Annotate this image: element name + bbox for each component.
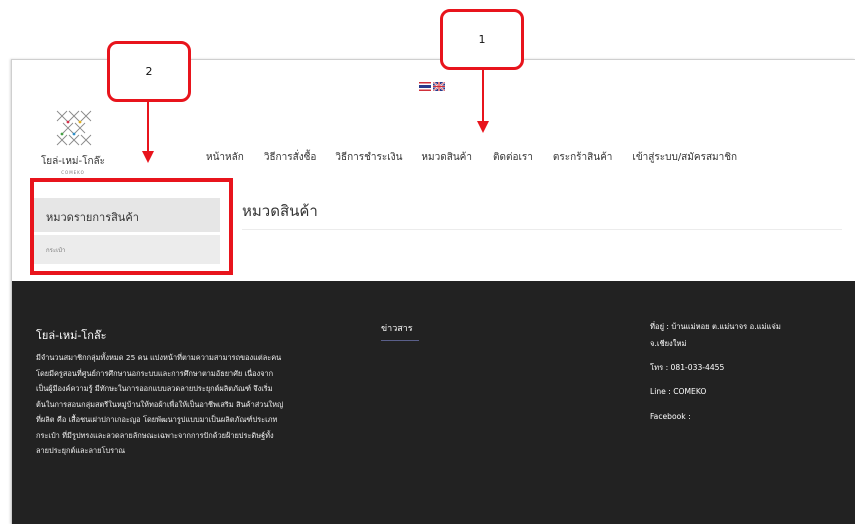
footer-description-line: ลายประยุกต์และลายโบราณ [36,446,126,455]
callout-1: 1 [440,9,524,70]
footer-description-line: กระเป๋า ที่มีรูปทรงและลวดลายลักษณะเฉพาะจ… [36,430,274,440]
footer-phone: โทร : 081-033-4455 [650,363,725,372]
footer-description-line: มีจำนวนสมาชิกกลุ่มทั้งหมด 25 คน แบ่งหน้า… [36,353,282,362]
nav-how-to-order[interactable]: วิธีการสั่งซื้อ [264,150,317,165]
footer-description-line: ต้นในการสอนกลุ่มสตรีในหมู่บ้านให้ทอผ้าเพ… [36,399,284,409]
footer-description-line: ที่ผลิต คือ เสื้อชนเผ่าปกาเกอะญอ โดยพัฒน… [36,415,278,424]
footer-news-underline [381,340,419,341]
footer-address-line1: ที่อยู่ : บ้านแม่หอย ต.แม่นาจร อ.แม่แจ่ม [650,322,781,331]
footer-brand: โยล่-เหม่-โกล๊ะ [36,329,107,342]
main-nav: หน้าหลัก วิธีการสั่งซื้อ วิธีการชำระเงิน… [206,150,737,165]
footer-description-line: เป็นผู้มีองค์ความรู้ มีทักษะในการออกแบบล… [36,384,273,393]
page-title: หมวดสินค้า [242,202,318,220]
footer-news-title[interactable]: ข่าวสาร [381,321,413,335]
logo-mark-icon [56,110,92,146]
nav-home[interactable]: หน้าหลัก [206,150,244,165]
site-logo[interactable]: โยล่-เหม่-โกล๊ะ COMEKO [34,107,112,175]
footer-contact: ที่อยู่ : บ้านแม่หอย ต.แม่นาจร อ.แม่แจ่ม… [650,321,850,422]
logo-name: โยล่-เหม่-โกล๊ะ [40,156,106,167]
nav-payment[interactable]: วิธีการชำระเงิน [335,150,402,165]
footer-facebook[interactable]: Facebook : [650,411,850,422]
nav-categories[interactable]: หมวดสินค้า [421,150,472,165]
arrow-1-icon [477,67,489,133]
uk-flag-icon[interactable] [433,82,445,91]
language-switcher [419,82,445,91]
footer-line-id: Line : COMEKO [650,387,707,396]
nav-contact[interactable]: ติดต่อเรา [493,150,533,165]
nav-cart[interactable]: ตระกร้าสินค้า [553,150,613,165]
title-divider [242,229,842,230]
footer-address-line2: จ.เชียงใหม่ [650,339,687,348]
page: โยล่-เหม่-โกล๊ะ COMEKO หน้าหลัก วิธีการส… [0,0,855,524]
callout-2: 2 [107,41,191,102]
logo-subtitle: COMEKO [61,170,85,175]
sidebar-highlight-box [30,178,233,275]
thailand-flag-icon[interactable] [419,82,431,91]
footer-description-line: โดยมีครูสอนที่ศูนย์การศึกษานอกระบบและการ… [36,368,274,378]
arrow-2-icon [142,99,154,163]
footer-description: มีจำนวนสมาชิกกลุ่มทั้งหมด 25 คน แบ่งหน้า… [36,350,372,459]
site-footer: โยล่-เหม่-โกล๊ะ มีจำนวนสมาชิกกลุ่มทั้งหม… [12,281,855,524]
website-screenshot: โยล่-เหม่-โกล๊ะ COMEKO หน้าหลัก วิธีการส… [11,59,855,524]
nav-login-register[interactable]: เข้าสู่ระบบ/สมัครสมาชิก [632,150,737,165]
